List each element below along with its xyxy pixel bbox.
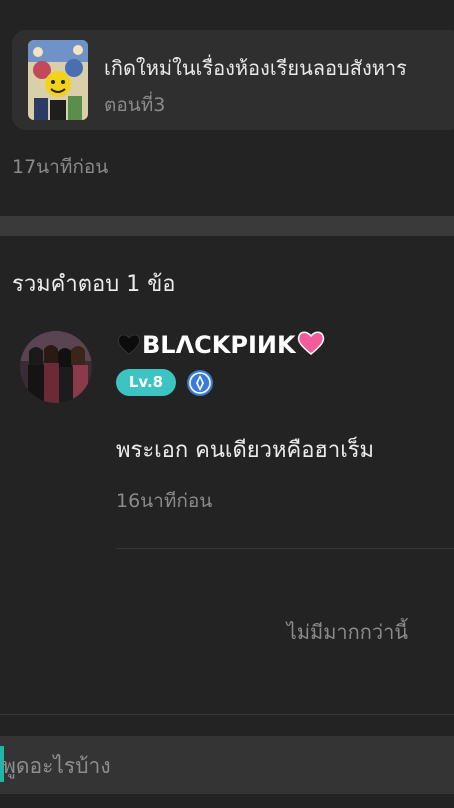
footer-divider <box>0 714 454 715</box>
level-badge: Lv.8 <box>116 369 176 396</box>
reply-username[interactable]: BLΛCKPIИK <box>116 330 326 362</box>
comment-input[interactable]: พูดอะไรบ้าง <box>0 736 454 794</box>
post-timestamp: 17นาทีก่อน <box>12 156 109 178</box>
reply-text: พระเอก คนเดียวหคือฮาเร็ม <box>116 438 375 463</box>
section-divider <box>0 216 454 236</box>
reply-divider <box>116 548 454 549</box>
black-heart-icon <box>116 332 142 362</box>
story-cover-image <box>28 40 88 120</box>
reply-timestamp: 16นาทีก่อน <box>116 490 213 512</box>
avatar[interactable] <box>20 331 92 403</box>
episode-label: ตอนที่3 <box>104 94 166 116</box>
pink-heart-icon <box>296 330 326 362</box>
answers-count-heading: รวมคำตอบ 1 ข้อ <box>12 272 176 297</box>
no-more-label: ไม่มีมากกว่านี้ <box>286 620 408 644</box>
story-title: เกิดใหม่ในเรื่องห้องเรียนลอบสังหาร <box>104 56 407 80</box>
verified-badge-icon <box>186 369 214 397</box>
username-text: BLΛCKPIИK <box>142 331 296 359</box>
comment-input-placeholder: พูดอะไรบ้าง <box>2 754 111 778</box>
story-card[interactable]: เกิดใหม่ในเรื่องห้องเรียนลอบสังหาร ตอนที… <box>12 30 454 130</box>
